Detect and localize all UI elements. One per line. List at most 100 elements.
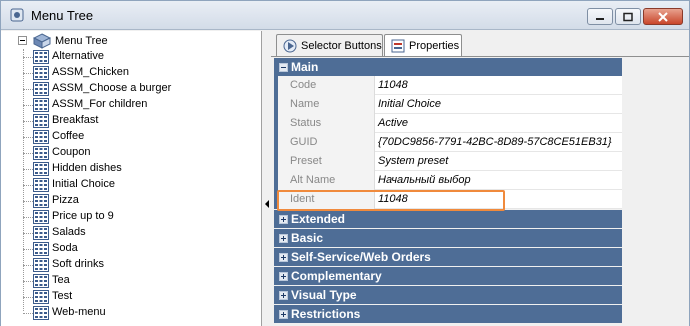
- menu-grid-icon: [33, 210, 49, 224]
- tree-connector: [23, 57, 33, 58]
- properties-pane: Selector Buttons Properties Main Code 110…: [271, 31, 689, 326]
- expand-icon[interactable]: [279, 272, 288, 281]
- tree-item[interactable]: Price up to 9: [23, 209, 258, 225]
- tree-item-label: Web-menu: [52, 306, 106, 318]
- menu-grid-icon: [33, 274, 49, 288]
- close-button[interactable]: [643, 8, 683, 25]
- property-value[interactable]: System preset: [378, 155, 448, 167]
- tree-item-label: Tea: [52, 274, 70, 286]
- property-row[interactable]: Name Initial Choice: [274, 95, 622, 114]
- collapse-icon[interactable]: [18, 36, 27, 45]
- property-value[interactable]: {70DC9856-7791-42BC-8D89-57C8CE51EB31}: [378, 136, 612, 148]
- property-value[interactable]: 11048: [378, 79, 408, 91]
- property-value[interactable]: Начальный выбор: [378, 174, 471, 186]
- collapse-icon[interactable]: [279, 63, 288, 72]
- app-icon: [10, 8, 24, 22]
- tree-connector: [23, 185, 33, 186]
- tree-item-label: Test: [52, 290, 73, 302]
- property-row[interactable]: Status Active: [274, 114, 622, 133]
- category-label: Extended: [291, 212, 346, 226]
- category-header[interactable]: Complementary: [274, 267, 622, 285]
- property-value[interactable]: Initial Choice: [378, 98, 441, 110]
- menu-grid-icon: [33, 98, 49, 112]
- property-row[interactable]: Code 11048: [274, 76, 622, 95]
- menu-grid-icon: [33, 242, 49, 256]
- tree-item-label: Coffee: [52, 130, 85, 142]
- tree-connector: [23, 169, 33, 170]
- minimize-icon: [596, 17, 604, 20]
- tree-connector: [23, 201, 33, 202]
- tree-connector: [23, 105, 33, 106]
- tree-item-label: Coupon: [52, 146, 91, 158]
- property-key: GUID: [278, 133, 375, 152]
- tree-connector: [23, 281, 33, 282]
- tree-item[interactable]: Soft drinks: [23, 257, 258, 273]
- category-header[interactable]: Restrictions: [274, 305, 622, 323]
- category-header[interactable]: Basic: [274, 229, 622, 247]
- tree-item[interactable]: Coffee: [23, 129, 258, 145]
- tree-item[interactable]: ASSM_Chicken: [23, 65, 258, 81]
- category-label: Visual Type: [291, 288, 357, 302]
- menu-grid-icon: [33, 226, 49, 240]
- close-icon: [658, 11, 668, 22]
- tree-item[interactable]: Salads: [23, 225, 258, 241]
- tree-connector: [23, 265, 33, 266]
- property-key: Alt Name: [278, 171, 375, 190]
- tree-item[interactable]: Hidden dishes: [23, 161, 258, 177]
- tree-item[interactable]: Alternative: [23, 49, 258, 65]
- category-header[interactable]: Visual Type: [274, 286, 622, 304]
- tree-item[interactable]: Pizza: [23, 193, 258, 209]
- tab-selector-buttons[interactable]: Selector Buttons: [276, 34, 383, 56]
- minimize-button[interactable]: [587, 8, 613, 25]
- tree-connector: [23, 217, 33, 218]
- tree-item[interactable]: Coupon: [23, 145, 258, 161]
- expand-icon[interactable]: [279, 215, 288, 224]
- tree-item[interactable]: ASSM_For children: [23, 97, 258, 113]
- tree-item[interactable]: Web-menu: [23, 305, 258, 321]
- property-key: Preset: [278, 152, 375, 171]
- title-bar[interactable]: Menu Tree: [1, 1, 689, 30]
- menu-grid-icon: [33, 162, 49, 176]
- maximize-icon: [623, 12, 633, 21]
- category-label: Main: [291, 60, 319, 74]
- tree-connector: [23, 153, 33, 154]
- tree-connector: [23, 297, 33, 298]
- tree-item[interactable]: Tea: [23, 273, 258, 289]
- collapse-left-icon[interactable]: [264, 199, 270, 209]
- splitter[interactable]: [262, 31, 271, 326]
- category-header[interactable]: Extended: [274, 210, 622, 228]
- menu-grid-icon: [33, 178, 49, 192]
- category-header[interactable]: Self-Service/Web Orders: [274, 248, 622, 266]
- menu-grid-icon: [33, 290, 49, 304]
- property-row[interactable]: GUID {70DC9856-7791-42BC-8D89-57C8CE51EB3…: [274, 133, 622, 152]
- tree-item[interactable]: ASSM_Choose a burger: [23, 81, 258, 97]
- tree-item[interactable]: Initial Choice: [23, 177, 258, 193]
- tab-properties[interactable]: Properties: [384, 34, 462, 57]
- tree-item[interactable]: Breakfast: [23, 113, 258, 129]
- tree-connector: [23, 89, 33, 90]
- property-row[interactable]: Alt Name Начальный выбор: [274, 171, 622, 190]
- tree-root-label: Menu Tree: [55, 35, 108, 47]
- window-title: Menu Tree: [31, 8, 94, 23]
- menu-grid-icon: [33, 66, 49, 80]
- tree-item-label: Pizza: [52, 194, 79, 206]
- expand-icon[interactable]: [279, 310, 288, 319]
- category-main[interactable]: Main: [274, 58, 622, 76]
- property-key: Status: [278, 114, 375, 133]
- expand-icon[interactable]: [279, 234, 288, 243]
- property-value[interactable]: Active: [378, 117, 408, 129]
- expand-icon[interactable]: [279, 253, 288, 262]
- tree-connector: [23, 137, 33, 138]
- menu-grid-icon: [33, 258, 49, 272]
- tree-connector: [23, 121, 33, 122]
- category-label: Basic: [291, 231, 324, 245]
- menu-grid-icon: [33, 114, 49, 128]
- maximize-button[interactable]: [615, 8, 641, 25]
- tree-connector: [23, 313, 33, 314]
- tree-item-label: Initial Choice: [52, 178, 115, 190]
- selector-icon: [283, 39, 297, 53]
- tree-item[interactable]: Soda: [23, 241, 258, 257]
- expand-icon[interactable]: [279, 291, 288, 300]
- property-row[interactable]: Preset System preset: [274, 152, 622, 171]
- tree-item[interactable]: Test: [23, 289, 258, 305]
